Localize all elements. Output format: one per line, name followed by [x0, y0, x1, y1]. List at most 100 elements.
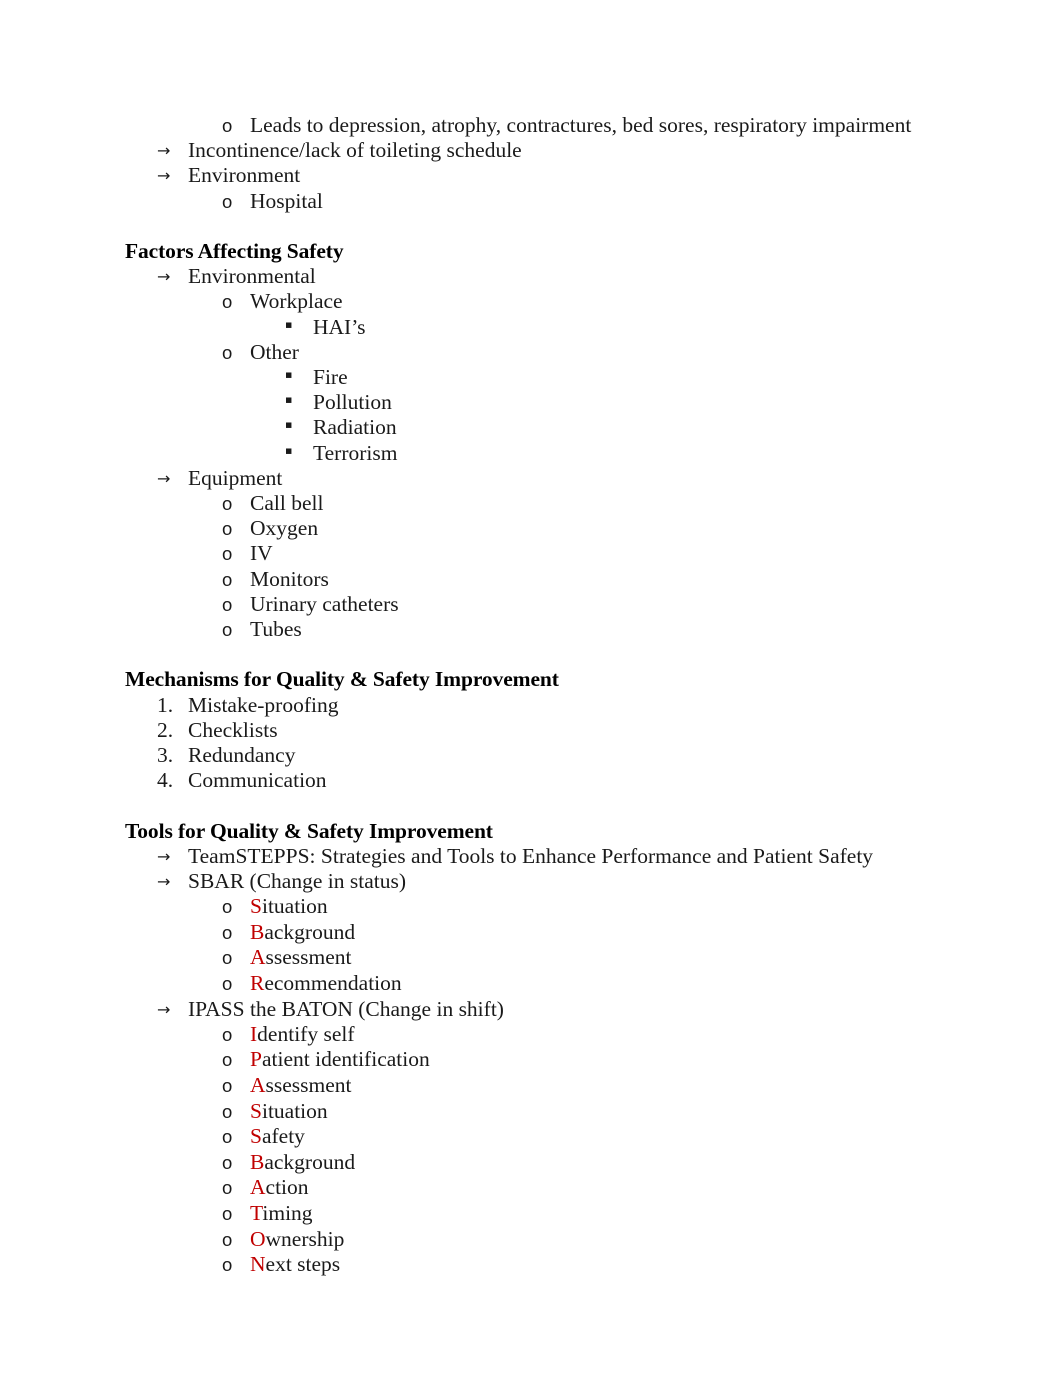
mnemonic-initial: B [250, 919, 265, 944]
circle-bullet-icon: o [222, 1177, 233, 1199]
section-heading: Tools for Quality & Safety Improvement [125, 818, 493, 843]
list-item-text: Environment [188, 163, 301, 188]
mnemonic-remainder: ecommendation [264, 971, 402, 996]
arrow-bullet-icon: → [157, 872, 171, 892]
circle-bullet-icon: o [222, 896, 233, 918]
circle-bullet-icon: o [222, 1228, 233, 1250]
list-item: o Monitors [125, 567, 962, 592]
list-item: o Situation [125, 894, 962, 920]
list-item-text: Background [250, 1150, 355, 1176]
list-item: o Assessment [125, 945, 962, 971]
list-item: 4. Communication [125, 768, 962, 793]
arrow-bullet-icon: → [157, 468, 171, 488]
mnemonic-remainder: ackground [264, 919, 356, 944]
list-item: o Situation [125, 1099, 962, 1125]
mnemonic-remainder: ssessment [265, 945, 352, 970]
list-item: → SBAR (Change in status) [125, 869, 962, 894]
mnemonic-initial: T [250, 1200, 263, 1225]
list-item-text: Redundancy [188, 743, 296, 768]
list-item: o Timing [125, 1201, 962, 1227]
circle-bullet-icon: o [222, 115, 233, 136]
list-item: o Tubes [125, 617, 962, 642]
list-item: o Oxygen [125, 516, 962, 541]
mnemonic-initial: R [250, 971, 265, 996]
circle-bullet-icon: o [222, 593, 233, 615]
list-item-text: Monitors [250, 566, 329, 591]
document-body: o Leads to depression, atrophy, contractu… [125, 113, 962, 1278]
list-item: o Action [125, 1175, 962, 1201]
list-item-text: Recommendation [250, 971, 402, 997]
list-item: o Patient identification [125, 1047, 962, 1073]
list-item: o Assessment [125, 1073, 962, 1099]
mnemonic-remainder: ituation [261, 894, 328, 919]
list-item: o Hospital [125, 189, 962, 214]
mnemonic-remainder: wnership [265, 1226, 345, 1251]
arrow-bullet-icon: → [157, 999, 171, 1019]
list-item: ▪ Pollution [125, 390, 962, 415]
arrow-bullet-icon: → [157, 267, 171, 287]
mnemonic-initial: S [250, 1098, 262, 1123]
list-item-text: Equipment [188, 465, 283, 490]
mnemonic-remainder: ssessment [265, 1073, 352, 1098]
list-item: o Identify self [125, 1022, 962, 1048]
list-item-text: Other [250, 339, 299, 364]
list-item: → TeamSTEPPS: Strategies and Tools to Enh… [125, 844, 962, 869]
arrow-bullet-icon: → [157, 141, 171, 161]
list-item: 3. Redundancy [125, 743, 962, 768]
mnemonic-initial: A [250, 945, 266, 970]
circle-bullet-icon: o [222, 947, 233, 969]
list-item-text: Oxygen [250, 516, 319, 541]
arrow-bullet-icon: → [157, 166, 171, 186]
circle-bullet-icon: o [222, 1100, 233, 1122]
list-item: → IPASS the BATON (Change in shift) [125, 997, 962, 1022]
list-item: → Environment [125, 163, 962, 188]
list-item-text: Assessment [250, 945, 352, 971]
mnemonic-remainder: ction [265, 1175, 309, 1200]
circle-bullet-icon: o [222, 341, 233, 363]
list-item-text: Hospital [250, 188, 323, 213]
list-item-text: SBAR (Change in status) [188, 869, 406, 894]
list-item: → Environmental [125, 264, 962, 289]
list-item-text: Workplace [250, 289, 343, 314]
circle-bullet-icon: o [222, 1202, 233, 1224]
list-item: o Background [125, 920, 962, 946]
list-item-text: Timing [250, 1201, 313, 1227]
circle-bullet-icon: o [222, 1126, 233, 1148]
mnemonic-remainder: ackground [264, 1149, 356, 1174]
mnemonic-initial: A [250, 1175, 266, 1200]
list-item-text: Leads to depression, atrophy, contractur… [250, 113, 912, 137]
list-item: o Recommendation [125, 971, 962, 997]
list-item-text: Environmental [188, 264, 316, 289]
circle-bullet-icon: o [222, 291, 233, 313]
list-item-text: Patient identification [250, 1047, 430, 1073]
list-item: o Next steps [125, 1252, 962, 1278]
list-item: → Equipment [125, 466, 962, 491]
list-item-text: Call bell [250, 491, 324, 516]
list-item-text: Urinary catheters [250, 591, 399, 616]
circle-bullet-icon: o [222, 1049, 233, 1071]
list-item-text: Identify self [250, 1022, 355, 1048]
list-number: 2. [157, 717, 174, 742]
square-bullet-icon: ▪ [285, 368, 293, 382]
mnemonic-initial: S [250, 1124, 262, 1149]
list-item: o Urinary catheters [125, 592, 962, 617]
mnemonic-initial: N [250, 1252, 266, 1277]
list-item: ▪ Fire [125, 365, 962, 390]
mnemonic-remainder: ituation [261, 1098, 328, 1123]
circle-bullet-icon: o [222, 1151, 233, 1173]
section-heading: Factors Affecting Safety [125, 239, 344, 263]
list-item: → Incontinence/lack of toileting schedule [125, 138, 962, 163]
arrow-bullet-icon: → [157, 846, 171, 866]
list-item: o Workplace [125, 289, 962, 314]
list-item-text: Ownership [250, 1227, 344, 1253]
list-item-text: Action [250, 1175, 309, 1201]
circle-bullet-icon: o [222, 190, 233, 212]
circle-bullet-icon: o [222, 1023, 233, 1045]
mnemonic-remainder: atient identification [261, 1047, 430, 1072]
circle-bullet-icon: o [222, 1254, 233, 1276]
mnemonic-remainder: dentify self [257, 1021, 355, 1046]
list-item-text: HAI’s [313, 314, 366, 339]
list-item-text: Fire [313, 365, 348, 390]
mnemonic-initial: O [250, 1226, 266, 1251]
